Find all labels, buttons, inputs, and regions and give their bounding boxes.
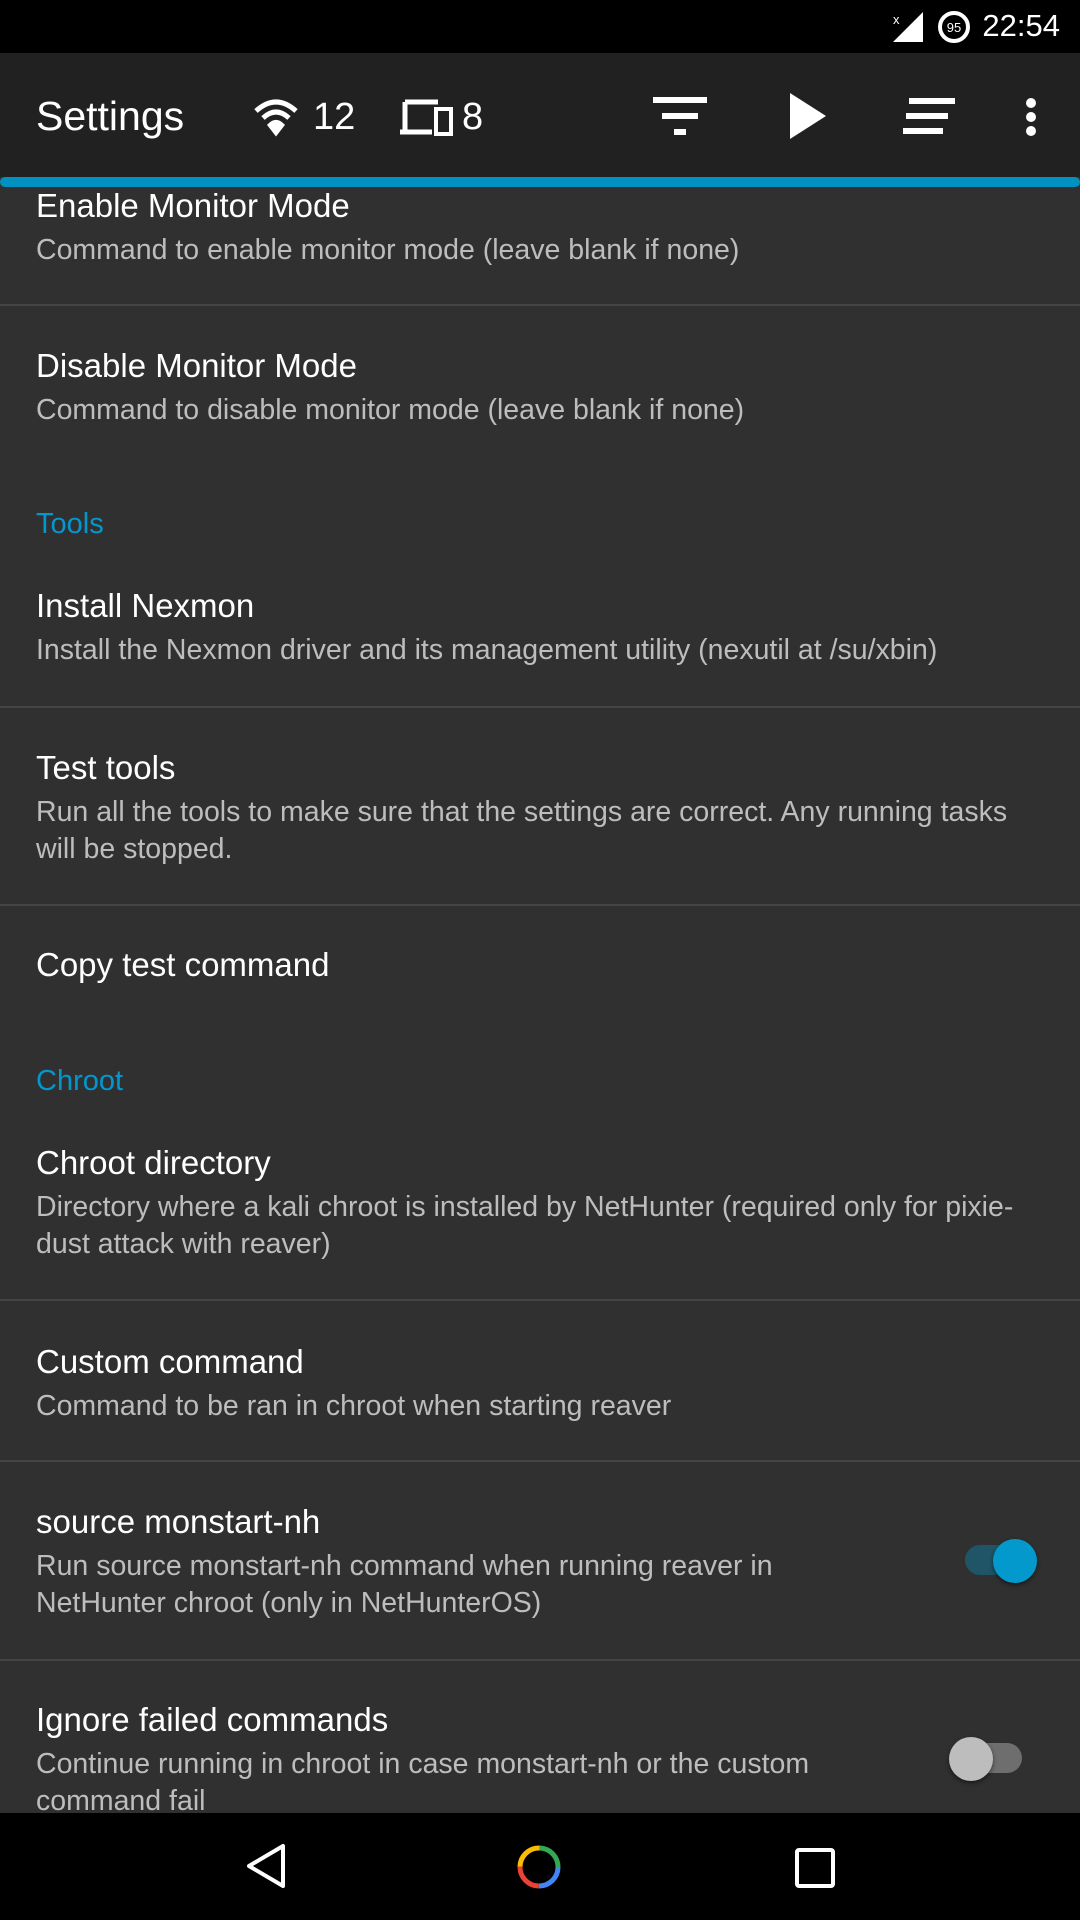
item-subtitle: Command to be ran in chroot when startin… [36, 1390, 672, 1422]
item-title: Ignore failed commands [36, 1701, 389, 1738]
recents-button[interactable] [795, 1848, 835, 1888]
category-tools: Tools [36, 508, 104, 540]
item-title: Install Nexmon [36, 587, 255, 624]
item-subtitle: Install the Nexmon driver and its manage… [36, 634, 938, 666]
devices-count: 8 [462, 96, 484, 138]
item-subtitle: Command to enable monitor mode (leave bl… [36, 234, 740, 266]
toolbar: Settings 12 8 [0, 53, 1080, 177]
item-subtitle: Directory where a kali chroot is install… [36, 1191, 1014, 1260]
item-title: Disable Monitor Mode [36, 347, 357, 384]
item-title: Enable Monitor Mode [36, 187, 350, 224]
divider [0, 1299, 1080, 1301]
item-title: source monstart-nh [36, 1503, 321, 1540]
page-title: Settings [36, 93, 185, 139]
item-subtitle: Run all the tools to make sure that the … [36, 796, 1008, 865]
battery-icon: 95 [938, 11, 970, 43]
item-subtitle: Run source monstart-nh command when runn… [36, 1550, 773, 1619]
divider [0, 1659, 1080, 1661]
networks-count: 12 [313, 96, 356, 138]
play-button[interactable] [790, 93, 826, 139]
filter-button[interactable] [653, 95, 707, 137]
item-title: Chroot directory [36, 1144, 271, 1181]
more-options-button[interactable] [1024, 97, 1038, 137]
wifi-icon [254, 99, 298, 137]
no-signal-icon: x [893, 12, 923, 42]
svg-text:x: x [893, 12, 900, 27]
item-title: Test tools [36, 749, 176, 786]
item-subtitle: Command to disable monitor mode (leave b… [36, 394, 745, 426]
clock: 22:54 [982, 8, 1060, 43]
divider [0, 1460, 1080, 1462]
item-title: Copy test command [36, 946, 330, 983]
devices-icon [400, 99, 453, 136]
category-chroot: Chroot [36, 1065, 124, 1097]
divider [0, 304, 1080, 306]
navigation-bar [0, 1813, 1080, 1920]
status-bar: x 95 22:54 [0, 0, 1080, 53]
divider [0, 706, 1080, 708]
item-title: Custom command [36, 1343, 304, 1380]
home-button[interactable] [516, 1844, 562, 1890]
back-button[interactable] [245, 1843, 287, 1889]
divider [0, 904, 1080, 906]
svg-text:95: 95 [947, 20, 961, 35]
sort-button[interactable] [903, 98, 955, 134]
item-subtitle: Continue running in chroot in case monst… [36, 1748, 810, 1817]
